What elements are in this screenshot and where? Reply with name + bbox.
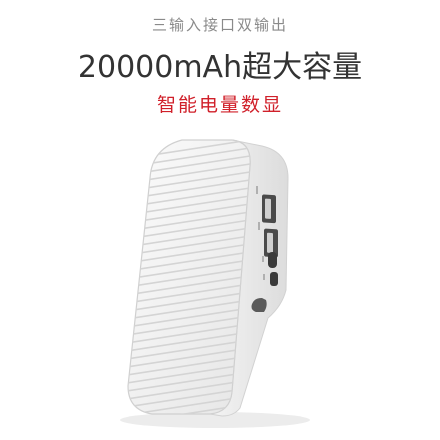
micro-usb-port <box>270 272 278 286</box>
power-bank-image <box>120 139 310 428</box>
usb-c-port <box>268 252 277 268</box>
usb-a-port-1 <box>262 194 276 224</box>
